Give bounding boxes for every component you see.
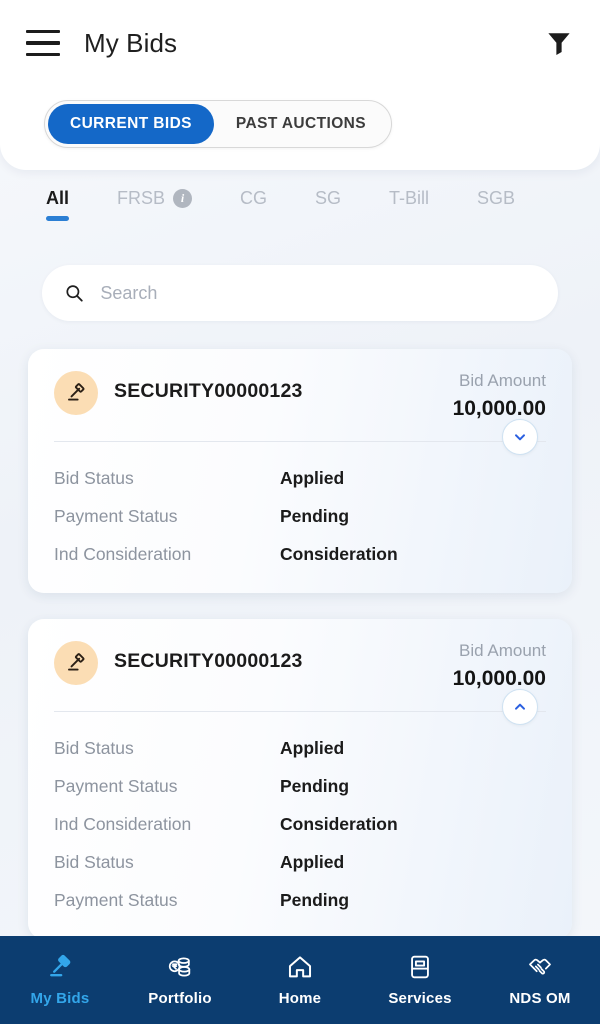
detail-row: Bid Status Applied <box>54 843 546 881</box>
document-icon <box>411 955 429 979</box>
detail-label: Ind Consideration <box>54 813 192 834</box>
rupee-coins-icon <box>168 957 191 977</box>
detail-label: Ind Consideration <box>54 543 192 564</box>
bids-segmented-control[interactable]: CURRENT BIDS PAST AUCTIONS <box>44 100 392 148</box>
hamburger-menu-icon[interactable] <box>26 30 60 56</box>
detail-row: Payment Status Pending <box>54 767 546 805</box>
bid-card-header: SECURITY00000123 Bid Amount 10,000.00 <box>54 641 546 691</box>
card-divider-row <box>54 419 546 459</box>
gavel-icon <box>54 371 98 415</box>
detail-row: Payment Status Pending <box>54 497 546 535</box>
detail-label: Payment Status <box>54 889 178 910</box>
detail-label: Payment Status <box>54 505 178 526</box>
detail-row: Bid Status Applied <box>54 729 546 767</box>
tab-label: SG <box>315 188 342 208</box>
nav-label: My Bids <box>30 990 90 1007</box>
bid-card[interactable]: SECURITY00000123 Bid Amount 10,000.00 Bi… <box>28 349 572 593</box>
filter-funnel-icon[interactable] <box>544 28 574 58</box>
divider <box>54 441 546 442</box>
chevron-down-icon[interactable] <box>502 419 538 455</box>
my-bids-screen: My Bids CURRENT BIDS PAST AUCTIONS All F… <box>0 0 600 1024</box>
bid-amount-block: Bid Amount 10,000.00 <box>453 371 546 421</box>
detail-value: Applied <box>280 467 345 488</box>
detail-value: Pending <box>280 889 350 910</box>
nav-label: NDS OM <box>509 990 571 1007</box>
search-bar[interactable] <box>42 265 558 321</box>
nav-item-home[interactable]: Home <box>240 953 360 1007</box>
divider <box>54 711 546 712</box>
bid-cards-list: SECURITY00000123 Bid Amount 10,000.00 Bi… <box>0 349 600 965</box>
bid-amount-block: Bid Amount 10,000.00 <box>453 641 546 691</box>
detail-value: Consideration <box>280 543 398 564</box>
bid-amount-value: 10,000.00 <box>452 667 546 690</box>
detail-value: Pending <box>280 775 350 796</box>
header-card: My Bids CURRENT BIDS PAST AUCTIONS <box>0 0 600 170</box>
handshake-icon <box>529 958 551 975</box>
detail-row: Payment Status Pending <box>54 881 546 919</box>
bid-card-header: SECURITY00000123 Bid Amount 10,000.00 <box>54 371 546 421</box>
bid-amount-label: Bid Amount <box>459 371 546 390</box>
nav-item-my-bids[interactable]: My Bids <box>0 953 120 1007</box>
nav-label: Home <box>278 990 322 1007</box>
category-tabs: All FRSB i CG SG T-Bill SGB <box>0 188 600 221</box>
segment-current-bids[interactable]: CURRENT BIDS <box>48 104 214 144</box>
nav-item-portfolio[interactable]: Portfolio <box>120 953 240 1007</box>
tab-frsb[interactable]: FRSB i <box>117 188 193 221</box>
detail-value: Consideration <box>280 813 398 834</box>
nav-label: Portfolio <box>148 990 212 1007</box>
detail-label: Bid Status <box>54 851 134 872</box>
detail-row: Ind Consideration Consideration <box>54 805 546 843</box>
chevron-up-icon[interactable] <box>502 689 538 725</box>
gavel-icon <box>50 954 71 977</box>
detail-label: Bid Status <box>54 737 134 758</box>
detail-label: Bid Status <box>54 467 134 488</box>
security-name: SECURITY00000123 <box>114 650 303 672</box>
detail-value: Applied <box>280 851 345 872</box>
bid-card[interactable]: SECURITY00000123 Bid Amount 10,000.00 Bi… <box>28 619 572 939</box>
info-icon[interactable]: i <box>173 189 193 208</box>
home-icon <box>288 956 312 978</box>
header-top-bar: My Bids <box>0 0 600 86</box>
nav-item-services[interactable]: Services <box>360 953 480 1007</box>
page-title: My Bids <box>84 27 178 58</box>
tab-cg[interactable]: CG <box>240 188 267 221</box>
tab-label: T-Bill <box>389 188 430 208</box>
bottom-navigation-bar: My Bids Portfolio Home Services NDS OM <box>0 936 600 1024</box>
card-divider-row <box>54 689 546 729</box>
tab-sgb[interactable]: SGB <box>477 188 515 221</box>
bid-amount-label: Bid Amount <box>459 641 546 660</box>
tab-label: FRSB <box>117 188 166 208</box>
nav-label: Services <box>388 990 452 1007</box>
segment-past-auctions[interactable]: PAST AUCTIONS <box>214 104 388 144</box>
tab-all[interactable]: All <box>46 188 70 221</box>
detail-value: Pending <box>280 505 350 526</box>
search-icon <box>66 285 83 302</box>
bid-amount-value: 10,000.00 <box>452 397 546 420</box>
detail-row: Ind Consideration Consideration <box>54 535 546 573</box>
nav-item-nds-om[interactable]: NDS OM <box>480 953 600 1007</box>
detail-row: Bid Status Applied <box>54 459 546 497</box>
detail-label: Payment Status <box>54 775 178 796</box>
tab-label: CG <box>240 188 268 208</box>
detail-value: Applied <box>280 737 345 758</box>
tab-t-bill[interactable]: T-Bill <box>389 188 429 221</box>
tab-sg[interactable]: SG <box>315 188 341 221</box>
search-input[interactable] <box>100 282 536 304</box>
tab-label: SGB <box>477 188 516 208</box>
gavel-icon <box>54 641 98 685</box>
security-name: SECURITY00000123 <box>114 380 303 402</box>
tab-label: All <box>46 188 70 208</box>
